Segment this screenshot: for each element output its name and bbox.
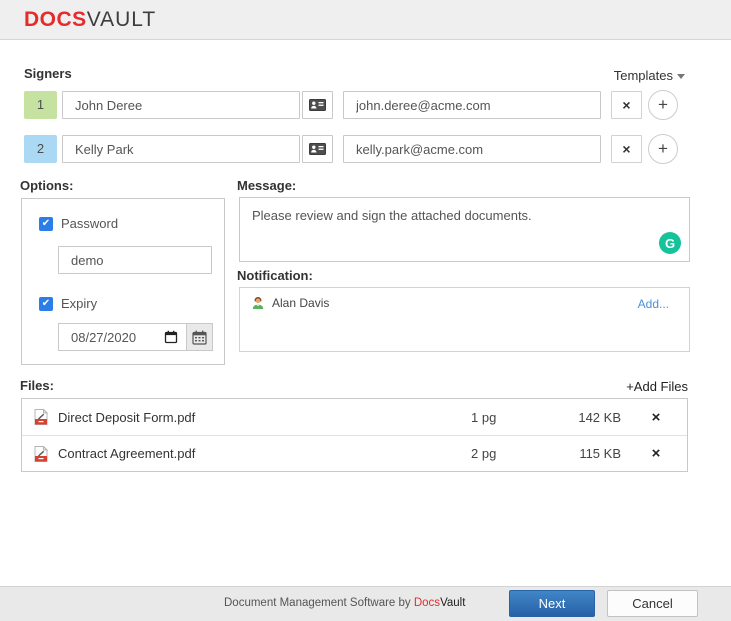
recipient-name: Alan Davis xyxy=(272,296,330,310)
send-for-signing-dialog: DOCSVAULT Signers Templates 1 × + 2 × + … xyxy=(0,0,731,621)
options-panel: Password Expiry 08/27/2020 xyxy=(21,198,225,365)
password-checkbox[interactable] xyxy=(39,216,53,231)
chevron-down-icon xyxy=(677,74,685,80)
templates-label: Templates xyxy=(613,68,673,83)
notification-recipient: Alan Davis xyxy=(251,296,329,310)
expiry-date-input[interactable]: 08/27/2020 xyxy=(58,323,187,351)
file-name: Direct Deposit Form.pdf xyxy=(58,409,196,425)
contact-card-icon xyxy=(309,143,326,155)
file-name: Contract Agreement.pdf xyxy=(58,446,196,461)
grammarly-icon[interactable]: G xyxy=(659,232,681,254)
file-row-2: Contract Agreement.pdf 2 pg 115 KB × xyxy=(22,435,687,471)
add-signer-button-2[interactable]: + xyxy=(648,134,678,164)
signer-order-badge-2: 2 xyxy=(24,135,57,163)
notification-panel: Alan Davis Add... xyxy=(239,287,690,352)
calendar-icon xyxy=(192,330,207,345)
pdf-file-icon xyxy=(34,445,48,462)
file-pages: 2 pg xyxy=(471,446,497,461)
contact-card-icon xyxy=(309,99,326,111)
expiry-option-row: Expiry xyxy=(39,296,97,311)
next-button[interactable]: Next xyxy=(509,590,595,617)
footer-tagline: Document Management Software by DocsVaul… xyxy=(224,597,465,609)
add-files-link[interactable]: +Add Files xyxy=(626,379,688,394)
signers-heading: Signers xyxy=(24,66,72,81)
signer-order-badge-1: 1 xyxy=(24,91,57,119)
file-row-1: Direct Deposit Form.pdf 1 pg 142 KB × xyxy=(22,399,687,435)
signer-name-input-1[interactable] xyxy=(62,91,300,119)
signer-email-input-1[interactable] xyxy=(343,91,601,119)
options-heading: Options: xyxy=(20,178,74,193)
message-textarea[interactable]: Please review and sign the attached docu… xyxy=(240,198,689,261)
tagline-brand-vault: Vault xyxy=(440,597,466,609)
docsvault-logo: DOCSVAULT xyxy=(24,0,156,40)
message-box: Please review and sign the attached docu… xyxy=(239,197,690,262)
file-size: 142 KB xyxy=(578,409,621,425)
expiry-label: Expiry xyxy=(61,296,98,311)
signer-name-input-2[interactable] xyxy=(62,135,300,163)
remove-file-button-2[interactable]: × xyxy=(647,445,665,462)
password-label: Password xyxy=(61,216,119,231)
files-heading: Files: xyxy=(20,378,54,393)
calendar-picker-button[interactable] xyxy=(186,323,213,351)
remove-signer-button-2[interactable]: × xyxy=(611,135,642,163)
signer-email-input-2[interactable] xyxy=(343,135,601,163)
date-picker-icon xyxy=(164,330,178,344)
contact-lookup-button-2[interactable] xyxy=(302,135,333,163)
expiry-date-value: 08/27/2020 xyxy=(71,329,137,345)
file-pages: 1 pg xyxy=(471,409,497,425)
remove-signer-button-1[interactable]: × xyxy=(611,91,642,119)
logo-docs: DOCS xyxy=(24,8,87,31)
notification-add-link[interactable]: Add... xyxy=(638,297,669,311)
expiry-checkbox[interactable] xyxy=(39,296,53,311)
password-input[interactable] xyxy=(58,246,212,274)
app-header: DOCSVAULT xyxy=(0,0,731,40)
password-option-row: Password xyxy=(39,216,118,231)
file-size: 115 KB xyxy=(579,446,621,461)
message-heading: Message: xyxy=(237,178,297,193)
remove-file-button-1[interactable]: × xyxy=(647,409,665,426)
tagline-text: Document Management Software by xyxy=(224,597,414,609)
tagline-brand-docs: Docs xyxy=(413,597,441,609)
logo-vault: VAULT xyxy=(86,8,157,31)
templates-dropdown[interactable]: Templates xyxy=(614,68,685,83)
contact-lookup-button-1[interactable] xyxy=(302,91,333,119)
person-icon xyxy=(252,297,264,309)
pdf-file-icon xyxy=(34,409,48,425)
footer-bar: Document Management Software by DocsVaul… xyxy=(0,586,731,621)
add-signer-button-1[interactable]: + xyxy=(648,90,678,120)
files-table: Direct Deposit Form.pdf 1 pg 142 KB × Co… xyxy=(21,398,688,472)
cancel-button[interactable]: Cancel xyxy=(607,590,698,617)
notification-heading: Notification: xyxy=(237,268,313,283)
